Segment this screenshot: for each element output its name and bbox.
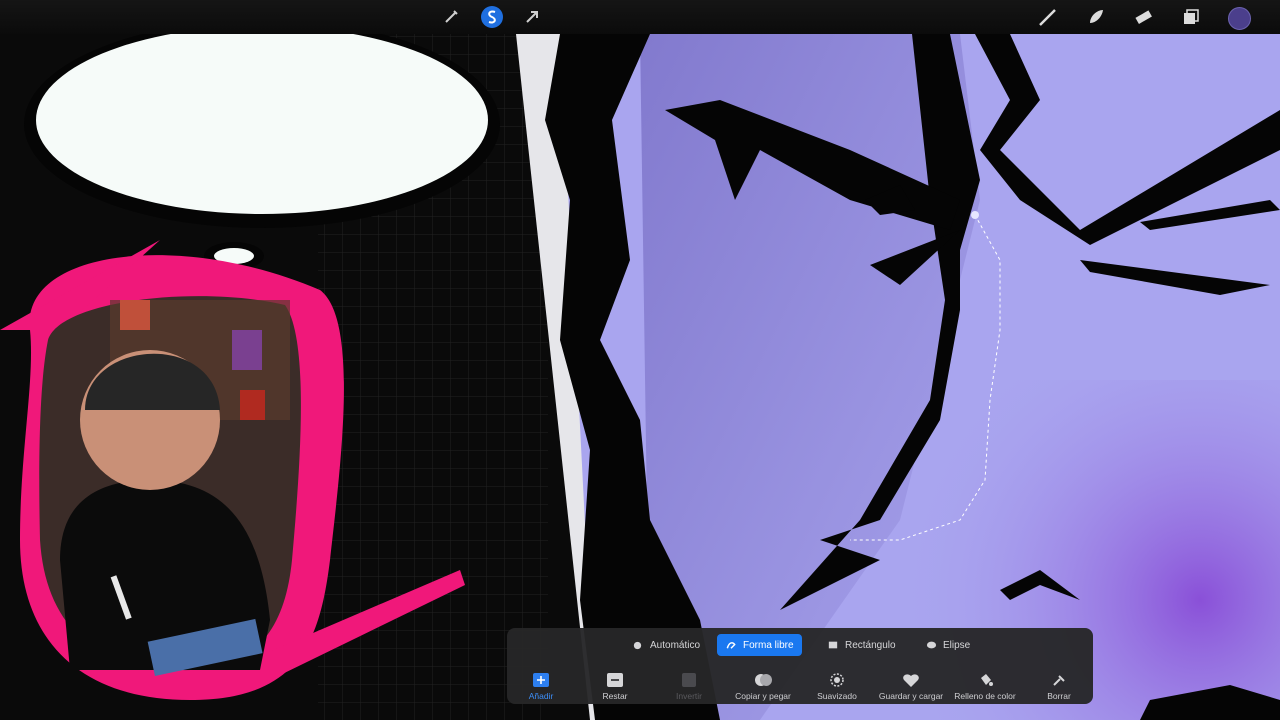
save-load-button[interactable]: Guardar y cargar: [869, 672, 953, 701]
layers-icon[interactable]: [1180, 6, 1202, 28]
invert-icon: [682, 673, 696, 687]
copy-paste-label: Copiar y pegar: [735, 691, 791, 701]
clear-icon: [1053, 675, 1065, 686]
ellipse-icon: [925, 640, 938, 651]
selection-icon[interactable]: [481, 6, 503, 28]
mode-ellipse[interactable]: Elipse: [917, 634, 978, 656]
fill-icon: [981, 674, 993, 686]
freehand-icon: [725, 640, 738, 651]
color-fill-label: Relleno de color: [954, 691, 1016, 701]
procreate-screen: Automático Forma libre Rectángulo Elipse…: [0, 0, 1280, 720]
clear-label: Borrar: [1047, 691, 1071, 701]
eraser-icon[interactable]: [1132, 6, 1154, 28]
subtract-button[interactable]: Restar: [573, 672, 657, 701]
invert-label: Invertir: [676, 691, 702, 701]
plus-icon: [533, 673, 549, 687]
invert-button[interactable]: Invertir: [647, 672, 731, 701]
feather-icon: [830, 673, 844, 687]
selection-panel: Automático Forma libre Rectángulo Elipse…: [507, 628, 1093, 704]
add-button[interactable]: Añadir: [499, 672, 583, 701]
clear-button[interactable]: Borrar: [1017, 672, 1101, 701]
save-load-label: Guardar y cargar: [878, 691, 944, 701]
brush-icon[interactable]: [1037, 6, 1059, 28]
color-fill-button[interactable]: Relleno de color: [943, 672, 1027, 701]
copy-icon: [755, 674, 772, 686]
smudge-icon[interactable]: [1085, 6, 1107, 28]
feather-label: Suavizado: [817, 691, 857, 701]
feather-button[interactable]: Suavizado: [795, 672, 879, 701]
mode-ellipse-label: Elipse: [943, 639, 971, 651]
mode-rectangle[interactable]: Rectángulo: [819, 634, 904, 656]
transform-arrow-icon[interactable]: [521, 6, 543, 28]
mode-freehand[interactable]: Forma libre: [717, 634, 802, 656]
color-picker[interactable]: [1228, 7, 1251, 30]
magic-wand-icon[interactable]: [440, 6, 462, 28]
mode-automatic[interactable]: Automático: [624, 634, 708, 656]
mode-rectangle-label: Rectángulo: [845, 639, 896, 651]
drawing-canvas[interactable]: [0, 0, 1280, 720]
sun-icon: [632, 640, 645, 651]
rectangle-icon: [827, 640, 840, 651]
subtract-label: Restar: [602, 691, 628, 701]
minus-icon: [607, 673, 623, 687]
copy-paste-button[interactable]: Copiar y pegar: [721, 672, 805, 701]
mode-freehand-label: Forma libre: [743, 639, 794, 651]
mode-automatic-label: Automático: [650, 639, 701, 651]
add-label: Añadir: [528, 691, 554, 701]
heart-icon: [903, 674, 919, 687]
